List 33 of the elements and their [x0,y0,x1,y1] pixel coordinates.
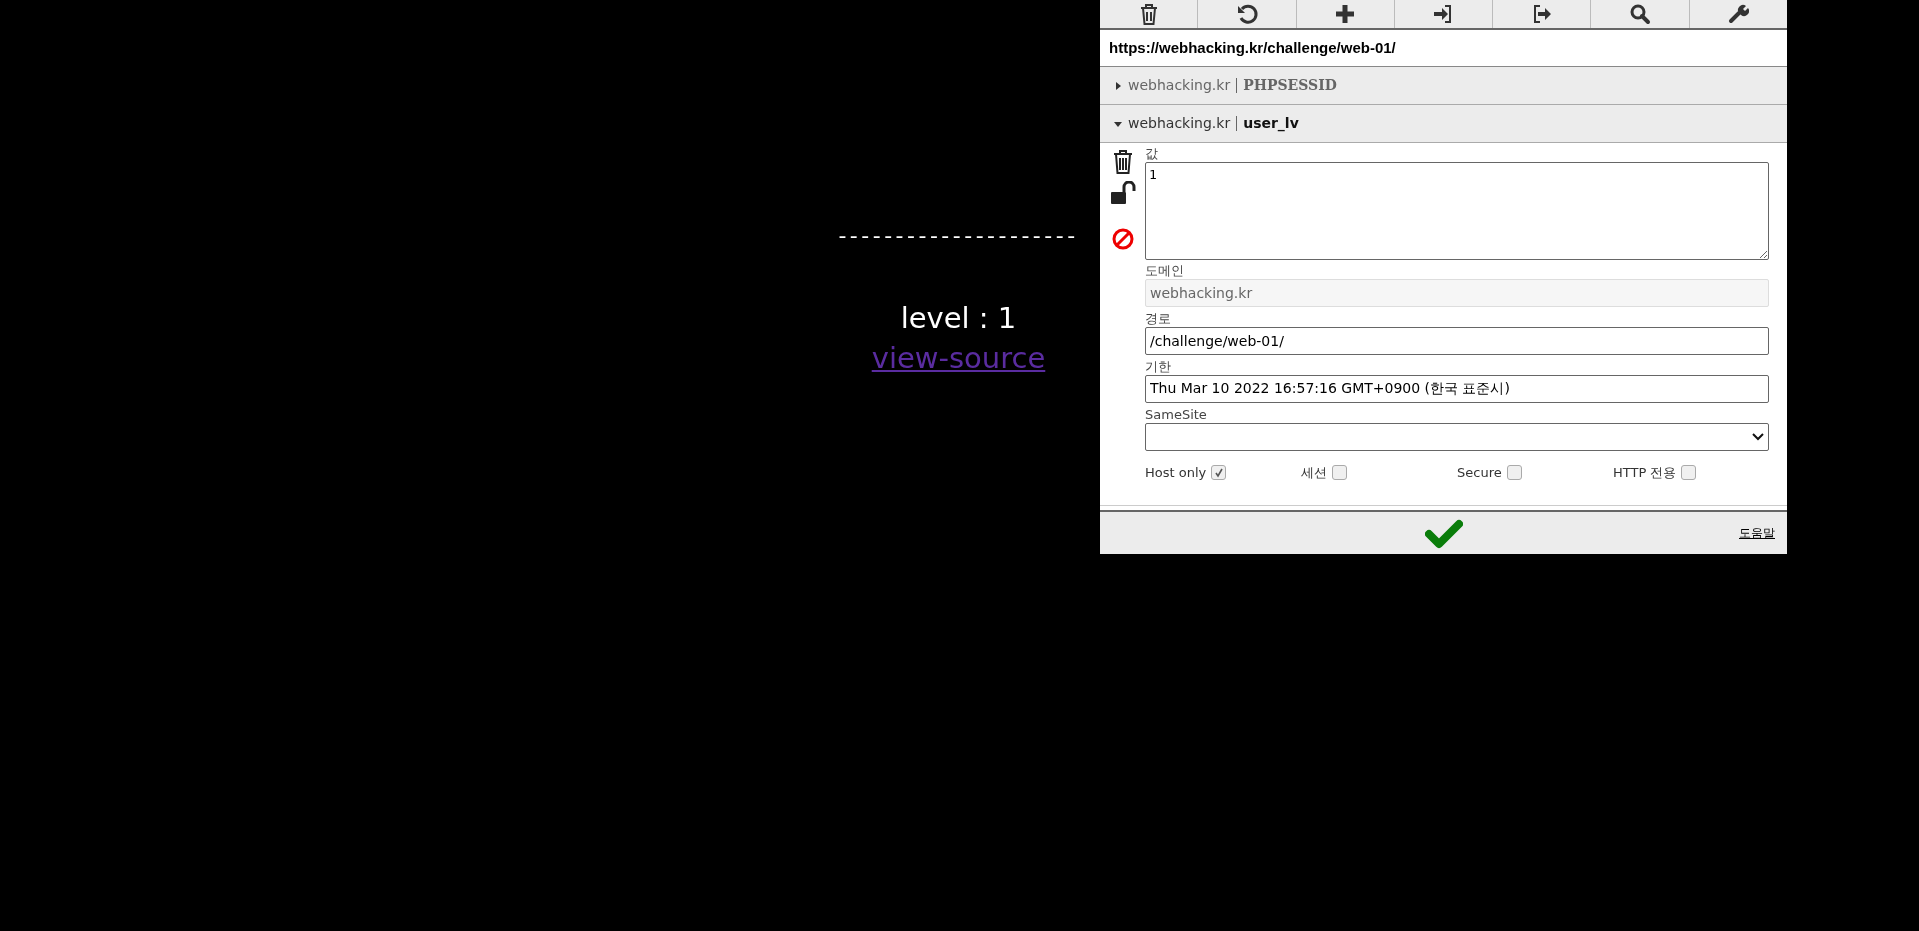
checkmark-icon[interactable] [1425,519,1463,549]
checkbox-label: 세션 [1301,464,1327,482]
expires-field[interactable]: Thu Mar 10 2022 16:57:16 GMT+0900 (한국 표준시) [1145,375,1769,403]
field-label: 값 [1145,146,1159,162]
cookie-name: PHPSESSID [1243,76,1337,95]
trash-icon[interactable] [1111,149,1134,175]
checkbox-label: HTTP 전용 [1613,464,1677,482]
prohibited-icon[interactable] [1111,228,1134,250]
checkbox[interactable] [1211,465,1227,481]
unlocked-padlock-icon[interactable] [1109,181,1136,205]
checkbox-label: Host only [1145,464,1207,482]
field-label: 기한 [1145,359,1172,375]
level-text: level : 1 [900,300,1017,336]
dashed-separator: --------------------- [838,222,1079,250]
cookie-name: user_lv [1243,114,1299,134]
cookie-domain: webhacking.kr [1128,114,1231,133]
chevron-down-icon [1752,433,1764,441]
value-textarea[interactable]: 1 [1145,162,1769,260]
checkbox[interactable] [1681,465,1697,481]
field-label: SameSite [1145,407,1208,423]
cookie-domain: webhacking.kr [1128,76,1231,95]
checkbox[interactable] [1506,465,1522,481]
cookie-row[interactable]: webhacking.kr user_lv [1100,105,1787,143]
help-link[interactable]: 도움말 [1739,524,1775,542]
samesite-select[interactable] [1145,423,1769,451]
field-label: 도메인 [1145,263,1185,279]
path-field[interactable]: /challenge/web-01/ [1145,327,1769,355]
cookie-row[interactable]: webhacking.kr PHPSESSID [1100,67,1787,105]
checkbox[interactable] [1332,465,1347,481]
caret-right-icon [1114,81,1122,90]
field-label: 경로 [1145,311,1172,327]
checkbox-label: Secure [1457,464,1502,482]
caret-down-icon [1114,119,1122,128]
